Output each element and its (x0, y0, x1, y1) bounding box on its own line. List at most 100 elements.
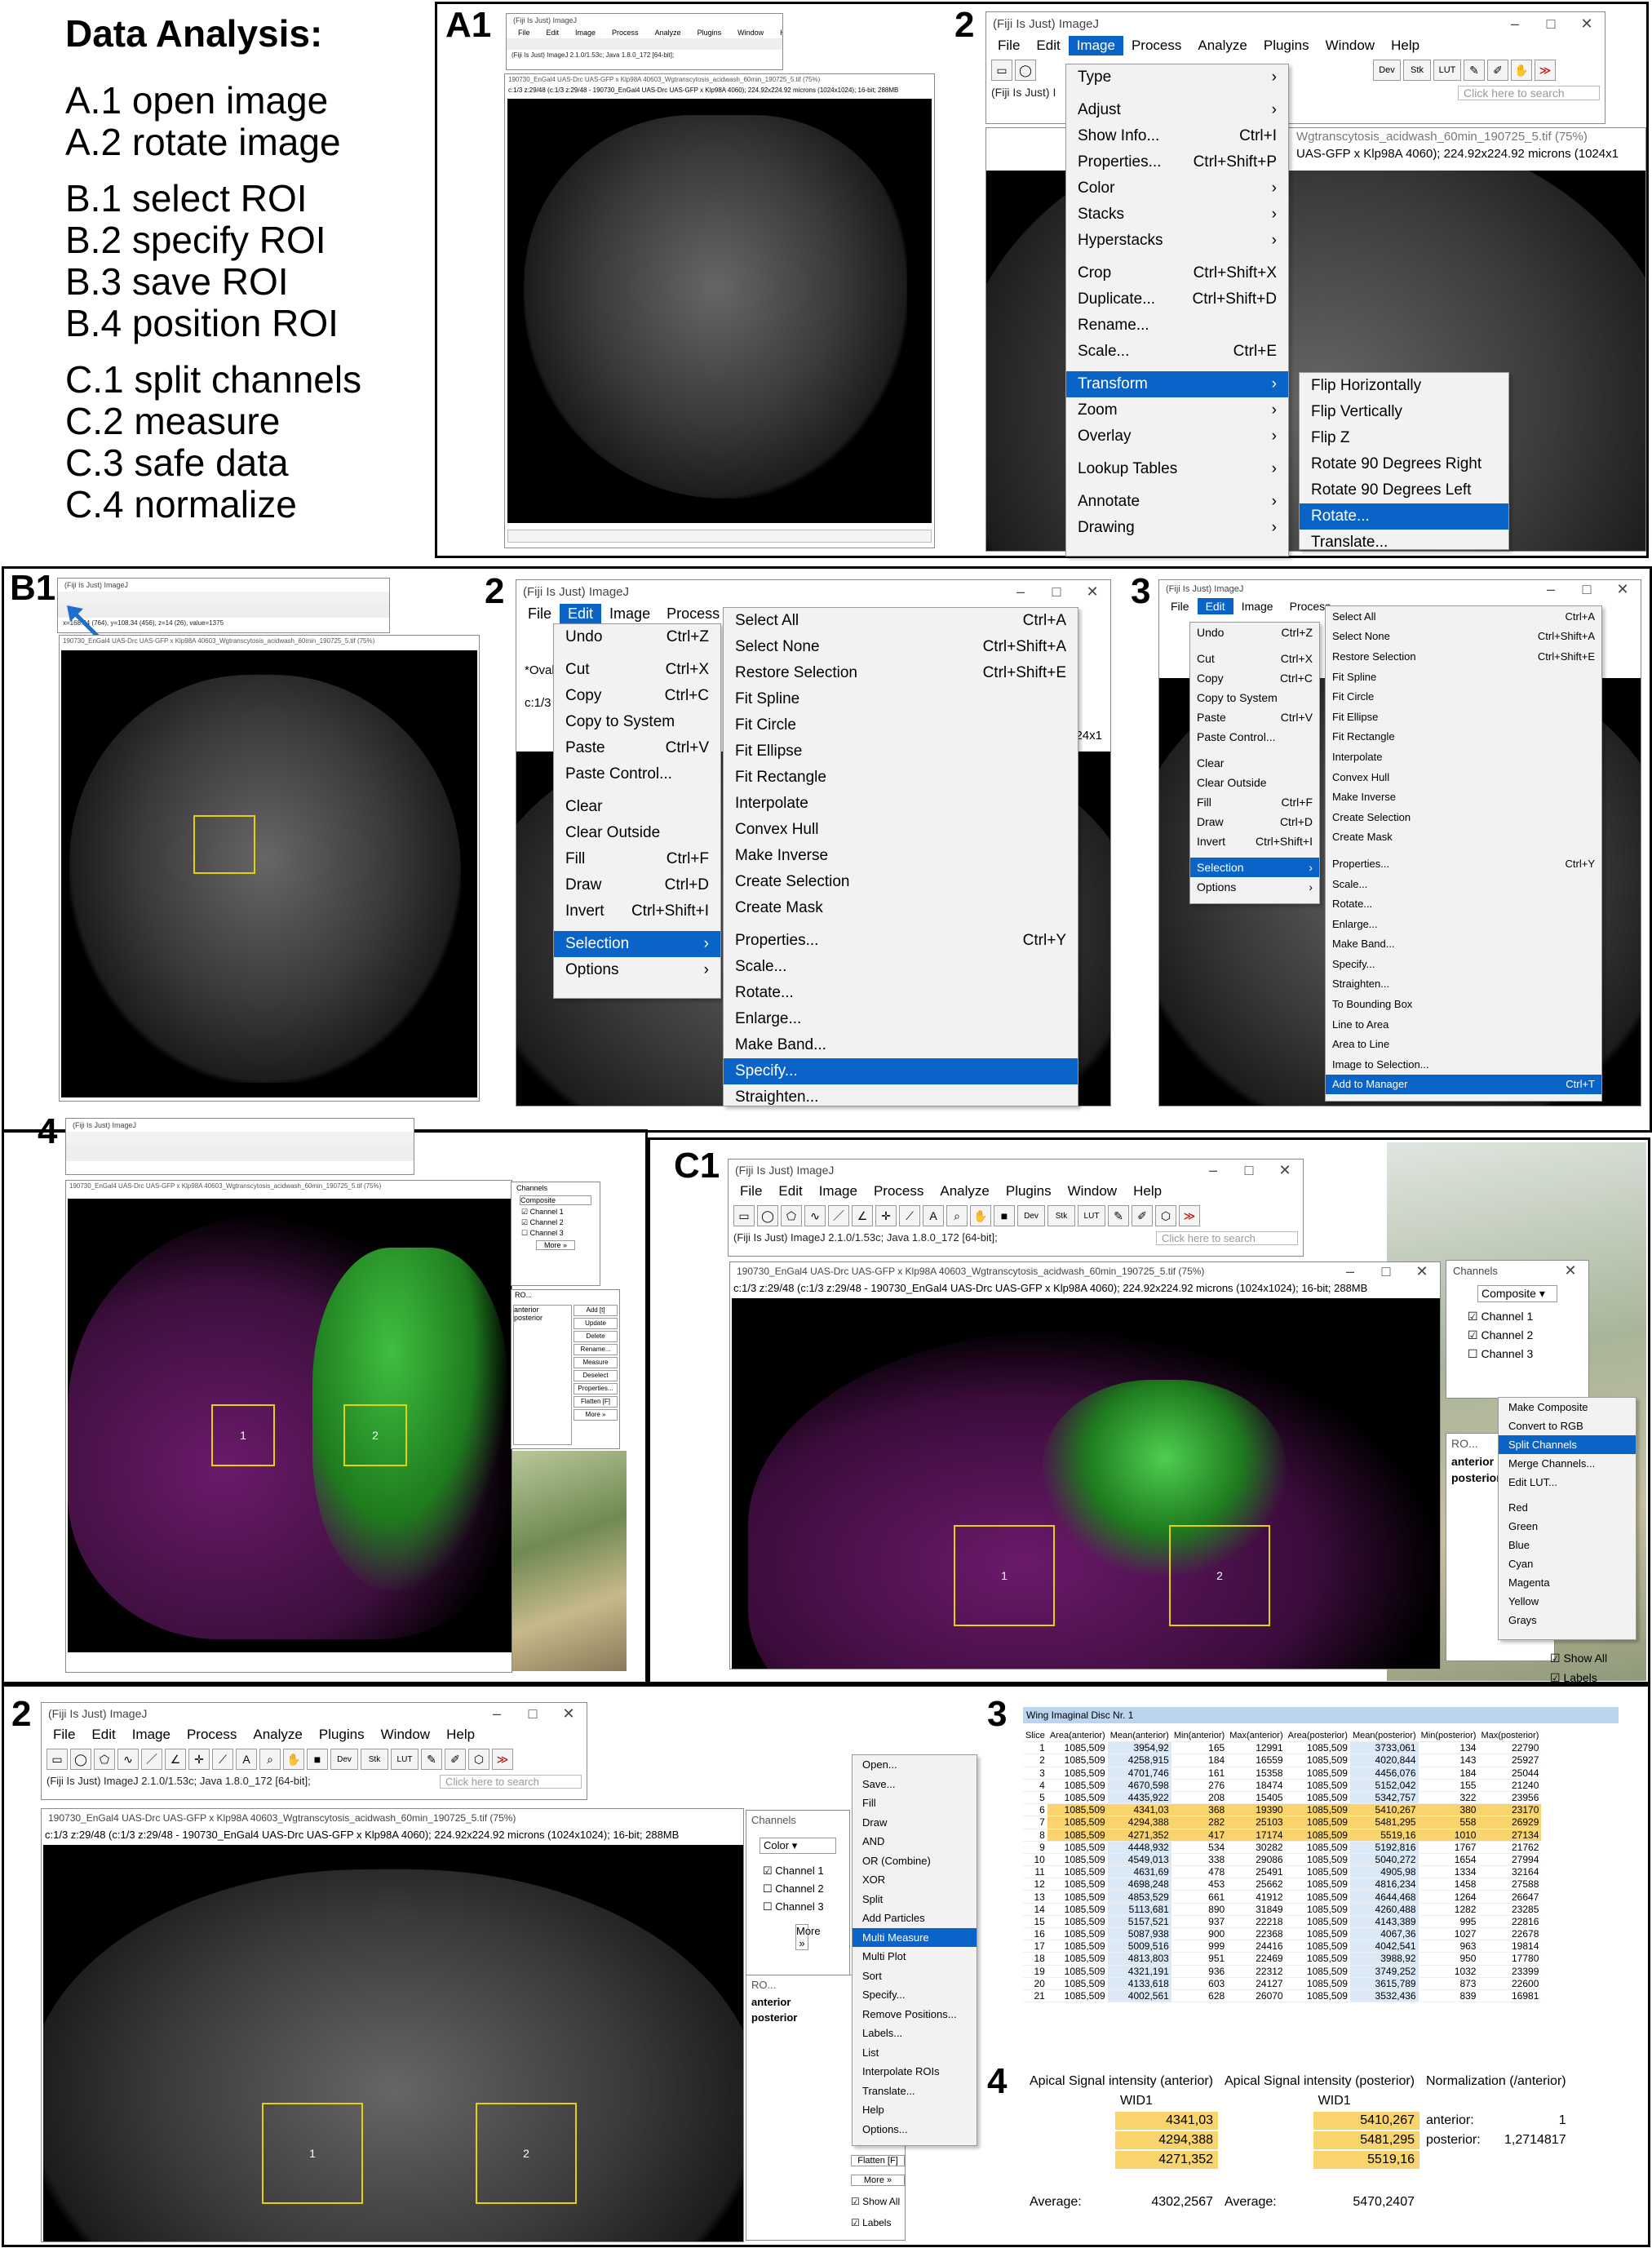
c2-roi-2[interactable]: 2 (476, 2103, 577, 2204)
b3-edit-menu-item[interactable]: Undo Ctrl+Z (1190, 623, 1319, 642)
a1-menu-file[interactable]: File (510, 27, 538, 38)
c2-dev-tool[interactable]: Dev (330, 1749, 358, 1770)
c1-menu-help[interactable]: Help (1125, 1182, 1170, 1201)
b3-edit-menu-item[interactable]: Draw Ctrl+D (1190, 812, 1319, 831)
roi-more-menu-item[interactable]: Labels... (853, 2024, 977, 2043)
c2-text-tool-icon[interactable]: A (236, 1749, 257, 1770)
b3-selection-menu-item[interactable]: Select All Ctrl+A (1326, 606, 1601, 627)
c1-maximize-icon[interactable]: □ (1231, 1162, 1267, 1179)
transform-menu-item[interactable]: Flip Horizontally (1300, 373, 1508, 399)
channels-more-menu-item[interactable]: Edit LUT... (1499, 1473, 1636, 1492)
roi-more-menu-item[interactable]: Sort (853, 1966, 977, 1986)
channels-more-menu-item[interactable]: Green (1499, 1517, 1636, 1536)
b3-selection-menu-item[interactable]: Scale... (1326, 874, 1601, 894)
b4-toolbar[interactable] (66, 1145, 414, 1161)
channels-more-menu-item[interactable]: Yellow (1499, 1592, 1636, 1611)
c1-zoom-tool-icon[interactable]: ⌕ (946, 1205, 968, 1226)
channels-more-menu-item[interactable]: Grays (1499, 1611, 1636, 1629)
roi-manager-button[interactable]: Update (574, 1318, 618, 1329)
b4-roi-item-posterior[interactable]: posterior (514, 1314, 571, 1322)
selection-menu-item[interactable]: Select None Ctrl+Shift+A (724, 634, 1078, 660)
c1-hand-tool-icon[interactable]: ✋ (970, 1205, 991, 1226)
c1-polygon-tool-icon[interactable]: ⬠ (781, 1205, 802, 1226)
b4-image[interactable]: 1 2 (68, 1199, 512, 1652)
c2-flood-icon[interactable]: ⬡ (468, 1749, 489, 1770)
b3-selection-menu-item[interactable]: Straighten... (1326, 974, 1601, 995)
c1-menu-edit[interactable]: Edit (770, 1182, 810, 1201)
image-menu-item[interactable]: Duplicate... Ctrl+Shift+D (1066, 286, 1288, 313)
transform-menu-item[interactable]: Translate... (1300, 530, 1508, 549)
roi-more-menu-item[interactable]: OR (Combine) (853, 1851, 977, 1871)
c1-labels-checkbox[interactable]: ☑ Labels (1550, 1671, 1597, 1685)
c1-channel-2[interactable]: ☑ Channel 2 (1446, 1326, 1588, 1345)
c1-oval-tool-icon[interactable]: ◯ (757, 1205, 778, 1226)
channels-more-menu-item[interactable]: Magenta (1499, 1573, 1636, 1592)
b3-edit-menu-item[interactable]: Cut Ctrl+X (1190, 649, 1319, 668)
b4-more-button[interactable]: More » (536, 1240, 575, 1250)
c1-show-all-checkbox[interactable]: ☑ Show All (1550, 1652, 1607, 1665)
a1-menu-plugins[interactable]: Plugins (689, 27, 730, 38)
b3-selection-menu-item[interactable]: Fit Ellipse (1326, 707, 1601, 727)
c1-channel-1[interactable]: ☑ Channel 1 (1446, 1307, 1588, 1326)
stk-tool[interactable]: Stk (1403, 60, 1431, 81)
image-menu-item[interactable]: Scale... Ctrl+E (1066, 339, 1288, 365)
c1-wand-tool-icon[interactable]: ⟋ (899, 1205, 920, 1226)
b2-minimize-icon[interactable]: – (1003, 583, 1039, 601)
c2-more-tools-icon[interactable]: ≫ (492, 1749, 513, 1770)
c2-search-field[interactable]: Click here to search (440, 1775, 582, 1789)
transform-menu-item[interactable]: Flip Vertically (1300, 399, 1508, 425)
a1-toolbar[interactable] (507, 38, 782, 50)
edit-menu-item[interactable]: Options › (554, 957, 720, 983)
b3-selection-menu-item[interactable]: Create Selection (1326, 807, 1601, 827)
image-menu-item[interactable]: Show Info... Ctrl+I (1066, 123, 1288, 149)
c2-more-button[interactable]: More » (795, 1924, 821, 1950)
channels-more-menu-item[interactable]: Cyan (1499, 1554, 1636, 1573)
selection-menu-item[interactable]: Specify... (724, 1058, 1078, 1084)
image-menu-item[interactable]: Stacks › (1066, 202, 1288, 228)
b3-edit-menu-item[interactable]: Paste Ctrl+V (1190, 707, 1319, 727)
roi-more-menu-item[interactable]: Fill (853, 1794, 977, 1813)
b4-roi-item-anterior[interactable]: anterior (514, 1306, 571, 1314)
b3-edit-menu-item[interactable]: Paste Control... (1190, 727, 1319, 747)
c1-brush-icon[interactable]: ✐ (1132, 1205, 1153, 1226)
b4-roi-2[interactable]: 2 (343, 1404, 407, 1466)
b4-channel-2[interactable]: ☑ Channel 2 (512, 1217, 600, 1228)
roi-manager-button[interactable]: Rename... (574, 1344, 618, 1355)
c1-line-tool-icon[interactable]: ／ (828, 1205, 849, 1226)
roi-manager-button[interactable]: Add [t] (574, 1305, 618, 1316)
roi-more-menu-item[interactable]: XOR (853, 1870, 977, 1890)
c2-flatten-button[interactable]: Flatten [F] (851, 2155, 905, 2166)
c2-stk-tool[interactable]: Stk (361, 1749, 388, 1770)
roi-manager-button[interactable]: Deselect (574, 1370, 618, 1381)
b3-selection-menu-item[interactable]: Rotate... (1326, 893, 1601, 914)
roi-more-menu-item[interactable]: Add Particles (853, 1909, 977, 1928)
b2-menu-file[interactable]: File (520, 604, 560, 624)
a1-menu-analyze[interactable]: Analyze (647, 27, 689, 38)
a2-menu-image[interactable]: Image (1068, 36, 1123, 55)
c2-wand-tool-icon[interactable]: ⟋ (212, 1749, 233, 1770)
c1-flood-icon[interactable]: ⬡ (1155, 1205, 1176, 1226)
b3-selection-menu-item[interactable]: Interpolate (1326, 747, 1601, 767)
b3-selection-menu-item[interactable]: Create Mask (1326, 827, 1601, 848)
c1-menu-window[interactable]: Window (1060, 1182, 1125, 1201)
b3-selection-menu-item[interactable]: Make Inverse (1326, 787, 1601, 807)
roi-more-menu-item[interactable]: Help (853, 2100, 977, 2120)
edit-menu-item[interactable]: Paste Control... (554, 761, 720, 787)
roi-manager-button[interactable]: Flatten [F] (574, 1396, 618, 1408)
oval-tool-icon[interactable]: ◯ (1015, 60, 1036, 81)
c1-angle-tool-icon[interactable]: ∠ (852, 1205, 873, 1226)
b3-minimize-icon[interactable]: – (1533, 581, 1569, 598)
b3-selection-menu-item[interactable]: Area to Line (1326, 1034, 1601, 1054)
c2-image[interactable]: 1 2 (43, 1845, 743, 2241)
a1-menu-window[interactable]: Window (729, 27, 772, 38)
channels-more-menu-item[interactable]: Make Composite (1499, 1398, 1636, 1417)
selection-menu-item[interactable]: Enlarge... (724, 1006, 1078, 1032)
channels-more-menu-item[interactable]: Blue (1499, 1536, 1636, 1554)
b3-edit-menu-item[interactable]: Clear Outside (1190, 773, 1319, 792)
c2-channel-1[interactable]: ☑ Channel 1 (746, 1862, 849, 1880)
c2-lut-tool[interactable]: LUT (391, 1749, 419, 1770)
c2-menu-file[interactable]: File (45, 1725, 83, 1745)
a2-menu-edit[interactable]: Edit (1028, 36, 1068, 55)
edit-menu-item[interactable]: Draw Ctrl+D (554, 872, 720, 898)
image-menu-item[interactable]: Adjust › (1066, 97, 1288, 123)
